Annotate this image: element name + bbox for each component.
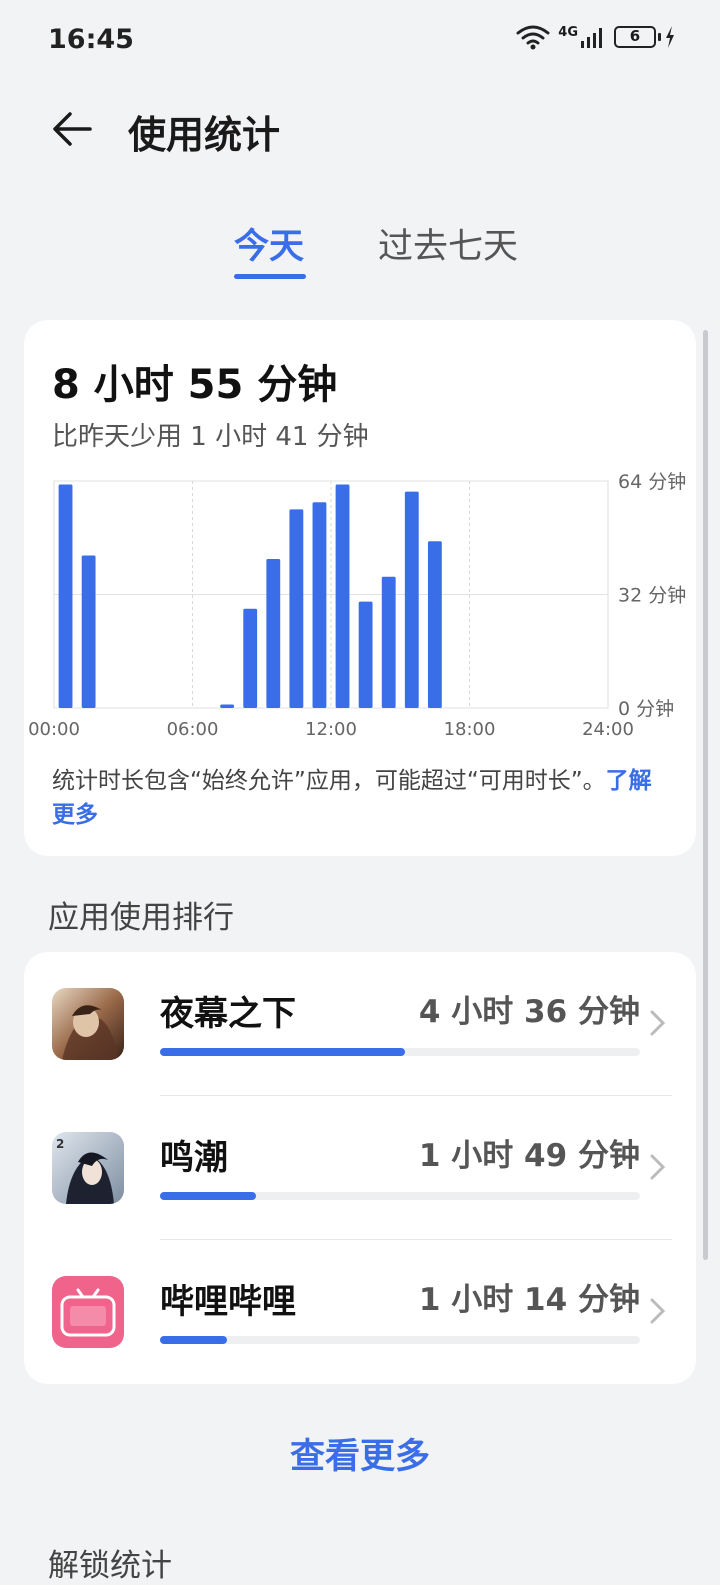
app-name: 夜幕之下 <box>160 994 296 1034</box>
app-row-bilibili[interactable]: 哔哩哔哩 1 小时 14 分钟 <box>24 1240 696 1384</box>
battery-icon: 6 <box>614 26 661 48</box>
usage-summary-card: 8 小时 55 分钟 比昨天少用 1 小时 41 分钟 00:00 06:00 12… <box>24 320 696 856</box>
chart-bar <box>312 502 327 708</box>
signal-icon <box>581 28 602 48</box>
back-arrow-icon[interactable] <box>48 104 98 154</box>
chart-x-tick-label: 24:00 <box>582 719 634 740</box>
app-usage-bar-fill <box>160 1192 256 1200</box>
chevron-right-icon <box>650 1298 666 1324</box>
chart-bar <box>358 601 373 708</box>
chart-bar <box>427 541 442 708</box>
chart-x-tick-label: 00:00 <box>28 719 80 740</box>
chart-x-tick-label: 12:00 <box>305 719 357 740</box>
chart-bar <box>289 509 304 708</box>
status-bar: 16:45 4G 6 <box>0 0 720 80</box>
status-time: 16:45 <box>48 24 134 55</box>
tab-today[interactable]: 今天 <box>234 218 304 269</box>
app-name: 哔哩哔哩 <box>160 1282 296 1322</box>
usage-note-text: 统计时长包含“始终允许”应用，可能超过“可用时长”。 <box>52 768 606 794</box>
app-name: 鸣潮 <box>160 1138 228 1178</box>
charging-icon <box>666 26 674 48</box>
chart-y-tick-label: 0 分钟 <box>618 698 674 720</box>
app-usage-bar-fill <box>160 1048 405 1056</box>
app-usage-bar <box>160 1192 640 1200</box>
chart-bar <box>404 491 419 708</box>
app-row-mingchao[interactable]: 2 鸣潮 1 小时 49 分钟 <box>24 1096 696 1240</box>
scrollbar[interactable] <box>703 330 708 1260</box>
wuthering-waves-icon: 2 <box>52 1132 124 1204</box>
chevron-right-icon <box>650 1154 666 1180</box>
chart-y-tick-label: 64 分钟 <box>618 471 686 493</box>
ranking-section-title: 应用使用排行 <box>48 900 234 936</box>
chart-y-tick-label: 32 分钟 <box>618 585 686 607</box>
hourly-usage-chart: 00:00 06:00 12:00 18:00 24:000 分钟 32 分钟 64 分钟 <box>28 471 686 740</box>
bilibili-icon <box>52 1276 124 1348</box>
chart-bar <box>335 484 350 708</box>
unlock-section-title: 解锁统计 <box>48 1548 172 1584</box>
app-usage-bar <box>160 1048 640 1056</box>
chart-bar <box>381 576 396 708</box>
page-title: 使用统计 <box>128 113 281 157</box>
usage-comparison: 比昨天少用 1 小时 41 分钟 <box>52 422 369 452</box>
chevron-right-icon <box>650 1010 666 1036</box>
chart-bar <box>266 559 281 708</box>
status-icons: 4G 6 <box>516 24 676 50</box>
tab-past-seven-days[interactable]: 过去七天 <box>378 218 518 269</box>
total-usage-time: 8 小时 55 分钟 <box>52 362 338 408</box>
chart-bar <box>243 608 258 708</box>
svg-text:2: 2 <box>56 1137 64 1151</box>
app-usage-time: 1 小时 49 分钟 <box>418 1138 640 1174</box>
usage-note: 统计时长包含“始终允许”应用，可能超过“可用时长”。了解更多 <box>52 764 668 832</box>
app-usage-bar-fill <box>160 1336 228 1344</box>
network-type-label: 4G <box>558 24 578 40</box>
battery-level: 6 <box>629 27 641 45</box>
chart-x-tick-label: 06:00 <box>167 719 219 740</box>
night-game-icon <box>52 988 124 1060</box>
chart-bar <box>58 484 73 708</box>
tab-active-indicator <box>234 274 306 279</box>
tab-bar: 今天 过去七天 <box>0 210 720 290</box>
app-usage-time: 4 小时 36 分钟 <box>418 994 640 1030</box>
view-more-button[interactable]: 查看更多 <box>0 1428 720 1479</box>
app-usage-bar <box>160 1336 640 1344</box>
app-usage-time: 1 小时 14 分钟 <box>418 1282 640 1318</box>
chart-x-tick-label: 18:00 <box>444 719 496 740</box>
app-ranking-card: 夜幕之下 4 小时 36 分钟 2 鸣潮 1 小时 49 分钟 哔哩哔哩 1 小… <box>24 952 696 1384</box>
wifi-icon <box>516 25 550 50</box>
chart-bar <box>81 555 96 708</box>
app-row-yemuzhixia[interactable]: 夜幕之下 4 小时 36 分钟 <box>24 952 696 1096</box>
app-header: 使用统计 <box>0 80 720 180</box>
chart-bar <box>220 704 235 708</box>
